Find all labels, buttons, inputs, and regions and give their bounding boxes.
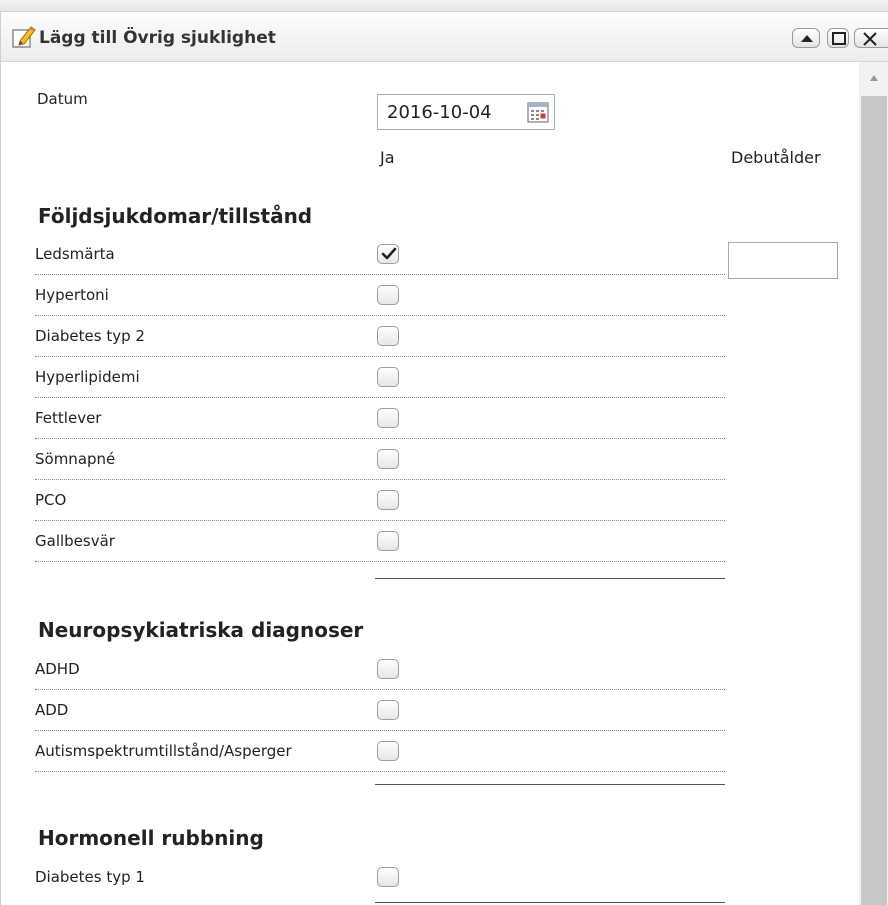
checkbox[interactable] (377, 449, 399, 469)
calendar-icon[interactable] (527, 102, 549, 123)
list-item: Hyperlipidemi (35, 357, 725, 398)
list-item: ADHD (35, 649, 725, 690)
scrollbar-thumb[interactable] (861, 96, 887, 905)
row-label: ADHD (35, 660, 80, 678)
checkbox[interactable] (377, 741, 399, 761)
checkbox[interactable] (377, 659, 399, 679)
maximize-button[interactable] (827, 28, 849, 48)
checkbox[interactable] (377, 531, 399, 551)
list-item: Fettlever (35, 398, 725, 439)
checkbox[interactable] (377, 326, 399, 346)
row-label: Autismspektrumtillstånd/Asperger (35, 742, 292, 760)
window-top-strip (0, 0, 888, 12)
row-label: Gallbesvär (35, 532, 115, 550)
checkbox[interactable] (377, 490, 399, 510)
section-title-foljdsjukdomar: Följdsjukdomar/tillstånd (38, 204, 313, 228)
section-title-hormonell: Hormonell rubbning (38, 826, 264, 850)
column-header-ja: Ja (380, 148, 395, 167)
list-item: Diabetes typ 1 (35, 857, 725, 898)
row-label: Fettlever (35, 409, 102, 427)
row-label: ADD (35, 701, 69, 719)
checkbox[interactable] (377, 285, 399, 305)
list-item: PCO (35, 480, 725, 521)
row-label: Hypertoni (35, 286, 109, 304)
close-button[interactable] (854, 28, 888, 48)
checkmark-icon (381, 247, 397, 260)
vertical-scrollbar[interactable] (859, 62, 888, 905)
section-divider (375, 578, 725, 579)
debutalder-input[interactable] (728, 242, 838, 279)
list-item: Diabetes typ 2 (35, 316, 725, 357)
checkbox[interactable] (377, 408, 399, 428)
datum-label: Datum (37, 90, 88, 108)
checkbox[interactable] (377, 700, 399, 720)
row-label: Hyperlipidemi (35, 368, 140, 386)
date-input[interactable]: 2016-10-04 (377, 94, 555, 130)
checkbox[interactable] (377, 367, 399, 387)
pencil-icon (11, 24, 37, 50)
column-header-debutalder: Debutålder (731, 148, 821, 167)
checkbox[interactable] (377, 867, 399, 887)
dialog-title: Lägg till Övrig sjuklighet (39, 28, 276, 48)
checkbox-checked[interactable] (377, 244, 399, 264)
list-item: Sömnapné (35, 439, 725, 480)
row-label: Ledsmärta (35, 245, 115, 263)
close-icon (863, 32, 877, 46)
row-label: Diabetes typ 1 (35, 868, 145, 886)
row-label: Sömnapné (35, 450, 116, 468)
list-item: ADD (35, 690, 725, 731)
list-item: Autismspektrumtillstånd/Asperger (35, 731, 725, 772)
section-divider (375, 902, 725, 903)
section-title-neuropsykiatriska: Neuropsykiatriska diagnoser (38, 618, 364, 642)
scroll-up-icon[interactable] (859, 62, 888, 92)
dialog-window: Lägg till Övrig sjuklighet Datum 2016-10… (0, 12, 888, 905)
section-divider (375, 784, 725, 785)
arrow-up-icon (801, 35, 813, 42)
collapse-button[interactable] (792, 28, 820, 48)
list-item: Ledsmärta (35, 234, 725, 275)
dialog-titlebar[interactable]: Lägg till Övrig sjuklighet (1, 12, 888, 62)
maximize-icon (832, 32, 846, 45)
row-label: Diabetes typ 2 (35, 327, 145, 345)
date-value[interactable]: 2016-10-04 (387, 102, 492, 123)
row-label: PCO (35, 491, 67, 509)
dialog-content: Datum 2016-10-04 Ja Debutålder Följdsjuk… (1, 62, 861, 905)
list-item: Gallbesvär (35, 521, 725, 562)
list-item: Hypertoni (35, 275, 725, 316)
